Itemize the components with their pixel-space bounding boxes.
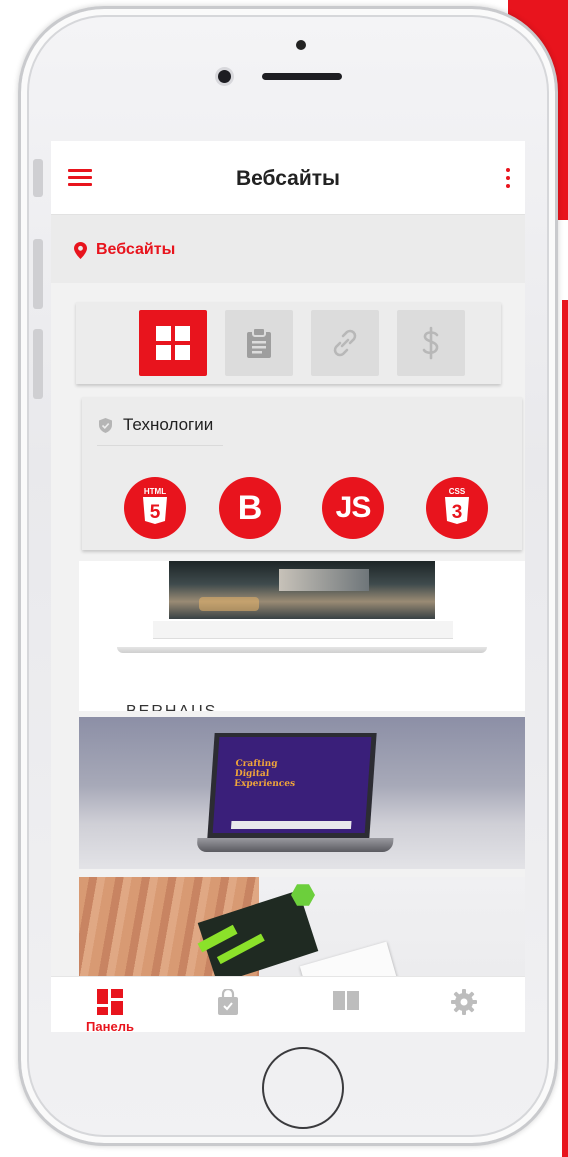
css3-icon: CSS 3 xyxy=(426,477,488,539)
tab-details[interactable] xyxy=(225,310,293,376)
project-image: Crafting Digital Experiences xyxy=(212,737,372,833)
tab-pricing[interactable] xyxy=(397,310,465,376)
mute-switch xyxy=(33,159,43,197)
project-image xyxy=(169,561,435,619)
volume-up-button xyxy=(33,239,43,309)
laptop-keyboard xyxy=(196,838,394,852)
grid-icon xyxy=(156,326,190,360)
svg-text:5: 5 xyxy=(150,502,161,523)
html5-icon: HTML 5 xyxy=(124,477,186,539)
technologies-title: Технологии xyxy=(123,415,214,434)
volume-down-button xyxy=(33,329,43,399)
nav-item-shop[interactable] xyxy=(169,977,287,1032)
location-pin-icon xyxy=(74,242,87,259)
tab-links[interactable] xyxy=(311,310,379,376)
dollar-icon xyxy=(422,326,439,360)
svg-text:HTML: HTML xyxy=(144,487,166,496)
gear-icon xyxy=(451,989,477,1015)
page-title: Вебсайты xyxy=(235,167,340,190)
clipboard-icon xyxy=(247,328,271,358)
app-screen: Вебсайты Вебсайты Технологии HTML 5 B JS… xyxy=(51,141,525,1032)
front-camera xyxy=(218,70,231,83)
bottom-navigation: Панель xyxy=(51,976,525,1032)
laptop-mockup xyxy=(153,621,453,639)
tab-overview[interactable] xyxy=(139,310,207,376)
section-tabs xyxy=(76,302,501,384)
nav-item-settings[interactable] xyxy=(405,977,523,1032)
app-bar: Вебсайты xyxy=(51,141,525,215)
more-options-icon[interactable] xyxy=(505,168,511,190)
link-icon xyxy=(333,329,357,357)
project-card[interactable]: BERHAUS xyxy=(79,561,525,711)
javascript-icon: JS xyxy=(322,477,384,539)
technologies-card: Технологии HTML 5 B JS CSS 3 xyxy=(82,397,522,550)
shield-check-icon xyxy=(99,418,112,433)
bootstrap-icon: B xyxy=(219,477,281,539)
breadcrumb-label: Вебсайты xyxy=(96,241,176,258)
laptop-mockup: Crafting Digital Experiences xyxy=(207,733,377,838)
project-caption: BERHAUS xyxy=(126,703,217,711)
earpiece-speaker xyxy=(262,73,342,80)
proximity-sensor xyxy=(296,40,306,50)
book-icon xyxy=(333,991,359,1010)
svg-text:3: 3 xyxy=(452,502,463,523)
project-card[interactable]: Crafting Digital Experiences xyxy=(79,717,525,869)
laptop-screen-content xyxy=(230,821,352,829)
laptop-mockup-base xyxy=(117,647,487,653)
nav-item-dashboard[interactable]: Панель xyxy=(51,977,169,1032)
shopping-bag-icon xyxy=(218,989,238,1015)
title-divider xyxy=(97,445,223,446)
nav-item-catalog[interactable] xyxy=(287,977,405,1032)
dashboard-icon xyxy=(97,989,123,1015)
svg-text:CSS: CSS xyxy=(449,487,466,496)
home-button[interactable] xyxy=(262,1047,344,1129)
project-heading: Crafting Digital Experiences xyxy=(233,759,296,789)
project-card[interactable] xyxy=(79,877,525,977)
nav-label: Панель xyxy=(86,1019,134,1032)
